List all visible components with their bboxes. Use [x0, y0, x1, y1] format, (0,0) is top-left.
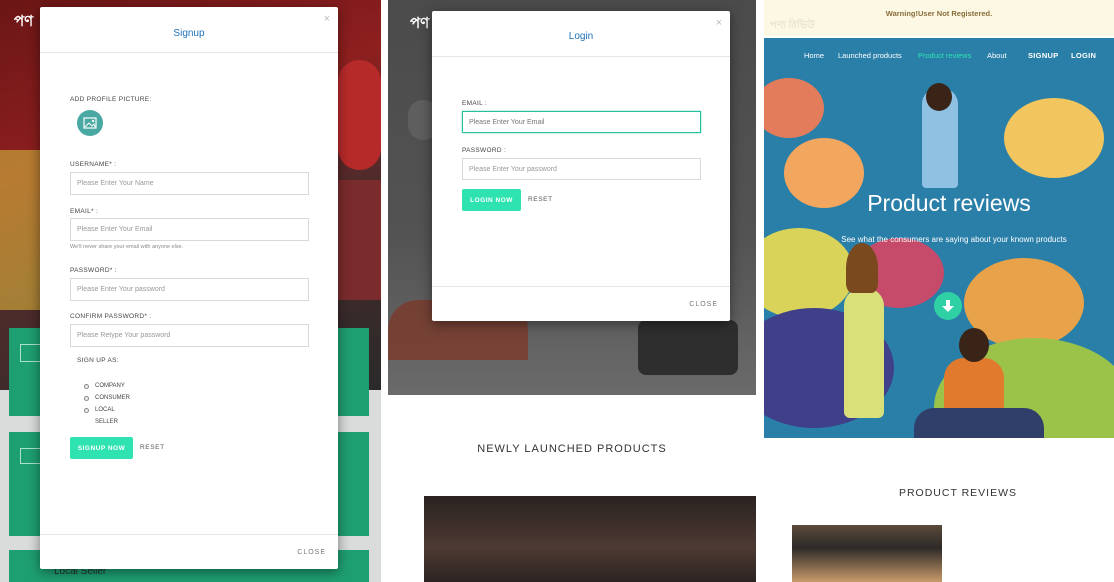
hero-decoration: [338, 180, 381, 300]
modal-footer: CLOSE: [432, 286, 730, 321]
review-thumbnail[interactable]: [792, 525, 942, 582]
signup-modal: Signup × ADD PROFILE PICTURE: USERNAME* …: [40, 7, 338, 569]
section-title: PRODUCT REVIEWS: [898, 487, 1018, 499]
email-input[interactable]: Please Enter Your Email: [462, 111, 701, 133]
username-input[interactable]: Please Enter Your Name: [70, 172, 309, 195]
person-illustration: [926, 83, 952, 111]
email-input[interactable]: Please Enter Your Email: [70, 218, 309, 241]
product-image[interactable]: [424, 496, 756, 582]
radio-company[interactable]: COMPANY: [84, 383, 125, 389]
radio-local-seller[interactable]: LOCAL: [84, 407, 115, 413]
radio-label: COMPANY: [95, 383, 125, 389]
hero-decoration: [338, 60, 381, 170]
login-panel: পণ NEWLY LAUNCHED PRODUCTS Login × EMAIL…: [388, 0, 756, 582]
scroll-down-button[interactable]: [934, 292, 962, 320]
nav-product-reviews[interactable]: Product reviews: [918, 51, 971, 60]
warning-alert: Warning!User Not Registered. পণ্য রিভিউ: [764, 0, 1114, 36]
product-reviews-panel: Warning!User Not Registered. পণ্য রিভিউ …: [764, 0, 1114, 582]
login-modal: Login × EMAIL : Please Enter Your Email …: [432, 11, 730, 321]
profile-picture-upload[interactable]: [77, 110, 103, 136]
password-label: PASSWORD* :: [70, 267, 117, 274]
email-label: EMAIL :: [462, 100, 487, 107]
radio-label: LOCAL: [95, 407, 115, 413]
signup-as-label: SIGN UP AS:: [77, 357, 119, 364]
image-icon: [83, 117, 97, 129]
hero-decoration: [0, 150, 40, 310]
speech-bubble-decoration: [1004, 98, 1104, 178]
confirm-password-label: CONFIRM PASSWORD* :: [70, 313, 152, 320]
laptop-icon: [20, 344, 42, 362]
radio-button[interactable]: [84, 407, 89, 413]
confirm-password-input[interactable]: Please Retype Your password: [70, 324, 309, 347]
person-illustration: [846, 243, 878, 293]
modal-header: Login: [432, 11, 730, 57]
email-help-text: We'll never share your email with anyone…: [70, 244, 184, 250]
brand-logo[interactable]: পণ্য রিভিউ: [770, 18, 815, 35]
nav-signup[interactable]: SIGNUP: [1028, 51, 1059, 60]
speech-bubble-decoration: [764, 78, 824, 138]
radio-consumer[interactable]: CONSUMER: [84, 395, 130, 401]
nav-about[interactable]: About: [987, 51, 1007, 60]
modal-header: Signup: [40, 7, 338, 53]
email-label: EMAIL* :: [70, 208, 99, 215]
radio-button[interactable]: [84, 383, 89, 389]
login-button[interactable]: LOGIN NOW: [462, 189, 521, 211]
signup-panel: পণ Local Seller Signup × ADD PROFILE PIC…: [0, 0, 381, 582]
radio-label: CONSUMER: [95, 395, 131, 401]
radio-button[interactable]: [84, 395, 89, 401]
nav-login[interactable]: LOGIN: [1071, 51, 1096, 60]
presentation-icon: [20, 448, 42, 464]
modal-title: Signup: [173, 28, 205, 39]
section-title: NEWLY LAUNCHED PRODUCTS: [477, 443, 667, 455]
profile-picture-label: ADD PROFILE PICTURE:: [70, 96, 152, 103]
password-label: PASSWORD :: [462, 147, 507, 154]
password-input[interactable]: Please Enter Your password: [70, 278, 309, 301]
hero-decoration: [638, 320, 738, 375]
warning-text: Warning!User Not Registered.: [885, 9, 993, 18]
close-icon[interactable]: ×: [716, 17, 722, 29]
person-illustration: [959, 328, 989, 362]
close-icon[interactable]: ×: [324, 13, 330, 25]
person-illustration: [914, 408, 1044, 438]
nav-home[interactable]: Home: [804, 51, 824, 60]
brand-logo[interactable]: পণ: [410, 12, 429, 37]
modal-title: Login: [568, 31, 594, 42]
hero-banner: Home Launched products Product reviews A…: [764, 38, 1114, 438]
reset-button[interactable]: RESET: [140, 444, 165, 451]
password-input[interactable]: Please Enter Your password: [462, 158, 701, 180]
username-label: USERNAME* :: [70, 161, 117, 168]
hero-title: Product reviews: [867, 190, 1031, 216]
person-illustration: [844, 288, 884, 418]
radio-label-continued: SELLER: [95, 419, 119, 425]
brand-logo[interactable]: পণ: [14, 10, 33, 35]
signup-button[interactable]: SIGNUP NOW: [70, 437, 133, 459]
arrow-down-icon: [942, 300, 954, 312]
modal-footer: CLOSE: [40, 534, 338, 569]
close-button[interactable]: CLOSE: [297, 549, 326, 556]
close-button[interactable]: CLOSE: [689, 301, 718, 308]
hero-subtitle: See what the consumers are saying about …: [841, 235, 1067, 244]
nav-launched-products[interactable]: Launched products: [838, 51, 902, 60]
reset-button[interactable]: RESET: [528, 196, 553, 203]
